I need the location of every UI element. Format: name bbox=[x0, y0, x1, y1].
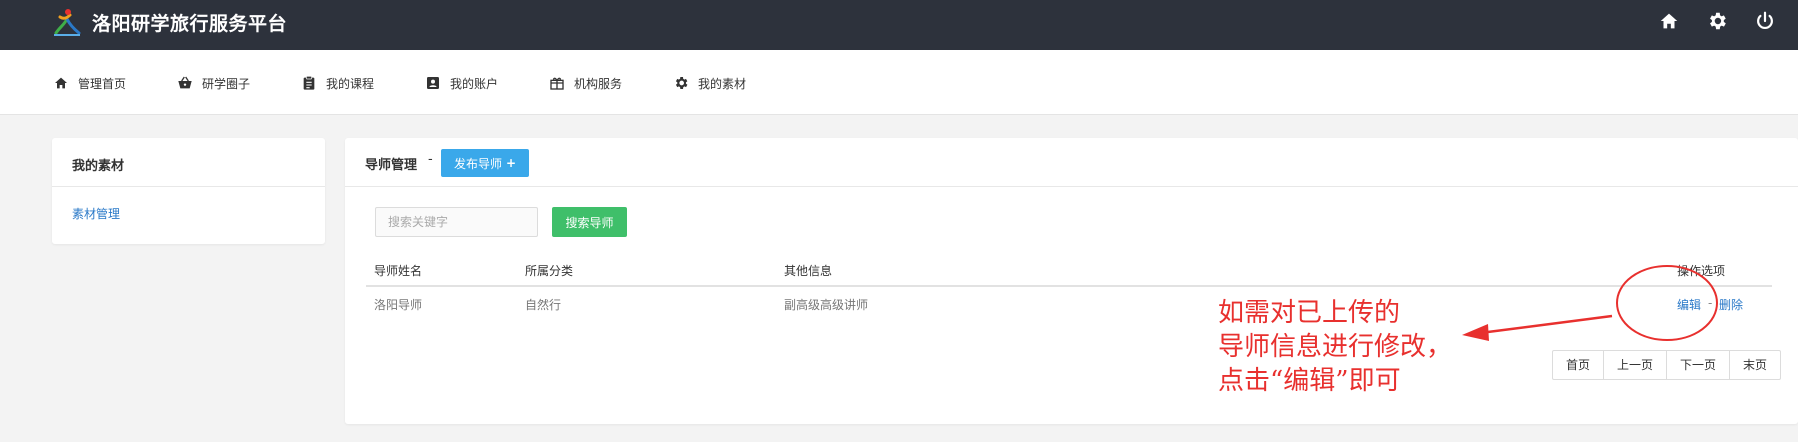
nav-item-courses[interactable]: 我的课程 bbox=[301, 73, 374, 93]
main-panel: 导师管理 - 发布导师 + 搜索导师 导师姓名 所属分类 其他信息 操作选项 洛… bbox=[345, 138, 1798, 424]
nav-item-materials[interactable]: 我的素材 bbox=[673, 73, 746, 93]
main-nav: 管理首页 研学圈子 我的课程 我的账户 机构服务 我的素材 bbox=[0, 50, 1798, 115]
clipboard-icon bbox=[303, 76, 315, 90]
nav-item-label: 我的素材 bbox=[698, 76, 747, 91]
pager-first[interactable]: 首页 bbox=[1553, 351, 1605, 379]
pager-prev[interactable]: 上一页 bbox=[1604, 351, 1668, 379]
cell-category: 自然行 bbox=[525, 298, 562, 312]
title-separator: - bbox=[428, 152, 433, 167]
top-bar: 洛阳研学旅行服务平台 bbox=[0, 0, 1798, 50]
sidebar-panel: 我的素材 素材管理 bbox=[52, 138, 325, 244]
nav-item-services[interactable]: 机构服务 bbox=[549, 73, 622, 93]
main-header: 导师管理 - 发布导师 + bbox=[345, 138, 1798, 187]
page-title: 导师管理 bbox=[365, 158, 418, 173]
cell-info: 副高级高级讲师 bbox=[784, 298, 869, 312]
annotation-line: 如需对已上传的 bbox=[1218, 298, 1401, 328]
gift-icon bbox=[550, 77, 564, 90]
account-icon bbox=[427, 77, 439, 89]
action-separator: - bbox=[1708, 296, 1713, 310]
pager-next[interactable]: 下一页 bbox=[1667, 351, 1731, 379]
plus-icon: + bbox=[505, 156, 517, 170]
gear-icon bbox=[675, 77, 688, 89]
pager-last[interactable]: 末页 bbox=[1730, 351, 1780, 379]
nav-item-label: 管理首页 bbox=[78, 76, 127, 91]
cell-name: 洛阳导师 bbox=[374, 298, 423, 312]
search-input[interactable] bbox=[375, 207, 538, 237]
annotation-line: 导师信息进行修改， bbox=[1218, 332, 1453, 362]
nav-item-label: 我的账户 bbox=[450, 76, 499, 91]
table-divider bbox=[366, 285, 1772, 287]
nav-item-account[interactable]: 我的账户 bbox=[425, 73, 498, 93]
annotation-note: 如需对已上传的 导师信息进行修改， 点击“编辑”即可 bbox=[1218, 296, 1452, 398]
annotation-line: 点击“编辑”即可 bbox=[1218, 366, 1401, 396]
home-icon[interactable] bbox=[1658, 10, 1680, 32]
power-icon[interactable] bbox=[1754, 10, 1776, 32]
column-header-info: 其他信息 bbox=[784, 264, 833, 278]
sidebar-item-materials[interactable]: 素材管理 bbox=[52, 187, 325, 222]
basket-icon bbox=[178, 76, 192, 89]
sidebar-title: 我的素材 bbox=[52, 138, 325, 187]
column-header-actions: 操作选项 bbox=[1677, 264, 1726, 278]
pagination: 首页 上一页 下一页 末页 bbox=[1552, 350, 1782, 380]
nav-item-label: 研学圈子 bbox=[202, 76, 251, 91]
home-icon bbox=[55, 77, 67, 89]
delete-link[interactable]: 删除 bbox=[1719, 296, 1743, 313]
publish-button-label: 发布导师 bbox=[453, 156, 502, 171]
nav-item-circle[interactable]: 研学圈子 bbox=[177, 73, 250, 93]
edit-link[interactable]: 编辑 bbox=[1677, 296, 1701, 313]
gear-icon[interactable] bbox=[1706, 10, 1728, 32]
nav-item-label: 我的课程 bbox=[326, 76, 375, 91]
column-header-category: 所属分类 bbox=[525, 264, 574, 278]
search-tutor-button[interactable]: 搜索导师 bbox=[552, 207, 627, 237]
brand-title: 洛阳研学旅行服务平台 bbox=[92, 13, 288, 35]
publish-tutor-button[interactable]: 发布导师 + bbox=[441, 149, 529, 177]
logo-icon bbox=[54, 9, 81, 36]
nav-item-home[interactable]: 管理首页 bbox=[53, 73, 126, 93]
nav-item-label: 机构服务 bbox=[574, 76, 623, 91]
column-header-name: 导师姓名 bbox=[374, 264, 423, 278]
